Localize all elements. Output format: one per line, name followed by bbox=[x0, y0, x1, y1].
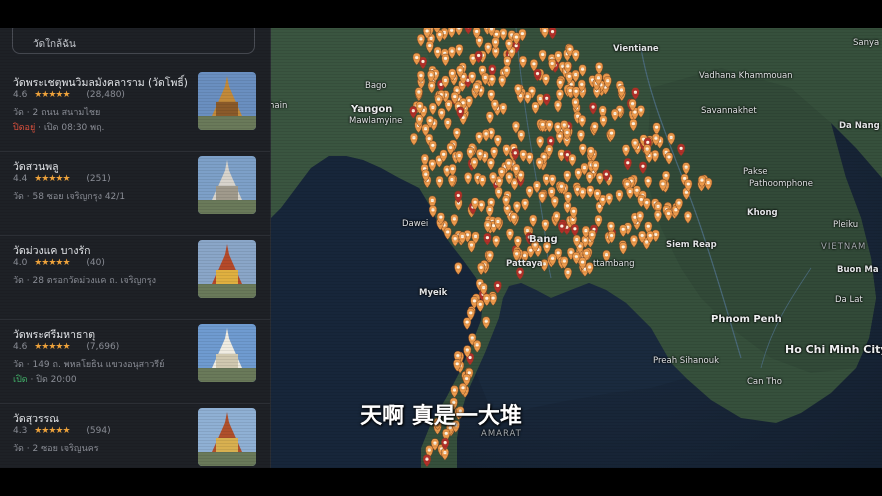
rating-value: 4.4 bbox=[13, 174, 28, 184]
place-buon-ma[interactable]: Buon Ma bbox=[837, 265, 879, 275]
place-danang[interactable]: Da Nang bbox=[839, 121, 880, 131]
place-dawei[interactable]: Dawei bbox=[402, 219, 428, 229]
listing-address: วัด · 28 ตรอกวัดม่วงแค ถ. เจริญกรุง bbox=[13, 276, 156, 286]
listing-hours: ปิดอยู่ · เปิด 08:30 พฤ. bbox=[13, 120, 104, 134]
list-item[interactable]: วัดพระศรีมหาธาตุ 4.6 ★★★★★ (7,696) วัด ·… bbox=[0, 320, 270, 404]
listing-address: วัด · 2 ซอย เจริญนคร bbox=[13, 444, 99, 454]
list-item[interactable]: วัดสวนพลู 4.4 ★★★★★ (251) วัด · 58 ซอย เ… bbox=[0, 152, 270, 236]
place-savannakhet[interactable]: Savannakhet bbox=[701, 106, 757, 116]
rating-value: 4.6 bbox=[13, 90, 28, 100]
place-pleiku[interactable]: Pleiku bbox=[833, 220, 858, 230]
star-rating-icon: ★★★★★ bbox=[34, 90, 70, 100]
place-phnom-penh[interactable]: Phnom Penh bbox=[711, 314, 782, 325]
review-count: (40) bbox=[86, 258, 105, 268]
place-can-tho[interactable]: Can Tho bbox=[747, 377, 782, 387]
place-pakse[interactable]: Pakse bbox=[743, 167, 768, 177]
search-text: วัดใกล้ฉัน bbox=[33, 39, 76, 50]
listing-name[interactable]: วัดม่วงแค บางรัก bbox=[13, 242, 90, 259]
listing-address: วัด · 2 ถนน สนามไชย bbox=[13, 108, 101, 118]
place-mawlamyine[interactable]: Mawlamyine bbox=[349, 116, 402, 126]
country-vietnam[interactable]: VIETNAM bbox=[821, 242, 866, 252]
place-khong[interactable]: Khong bbox=[747, 208, 778, 218]
search-input[interactable]: วัดใกล้ฉัน bbox=[12, 28, 255, 54]
place-pattaya[interactable]: Pattaya bbox=[506, 259, 543, 269]
rating-value: 4.6 bbox=[13, 342, 28, 352]
listing-name[interactable]: วัดพระเชตุพนวิมลมังคลาราม (วัดโพธิ์) bbox=[13, 74, 188, 91]
letterbox-top bbox=[0, 0, 882, 28]
temple-photo-image bbox=[198, 240, 256, 298]
hours-text: · ปิด 20:00 bbox=[30, 375, 77, 385]
listing-photo[interactable] bbox=[198, 156, 256, 214]
place-da-lat[interactable]: Da Lat bbox=[835, 295, 863, 305]
listing-name[interactable]: วัดสวนพลู bbox=[13, 158, 59, 175]
place-siem-reap[interactable]: Siem Reap bbox=[666, 240, 717, 250]
place-ho-chi-minh[interactable]: Ho Chi Minh City bbox=[785, 343, 882, 356]
star-rating-icon: ★★★★★ bbox=[34, 174, 70, 184]
temple-photo-image bbox=[198, 324, 256, 382]
place-myeik[interactable]: Myeik bbox=[419, 288, 447, 298]
letterbox-bottom bbox=[0, 468, 882, 496]
star-rating-icon: ★★★★★ bbox=[34, 258, 70, 268]
listing-photo[interactable] bbox=[198, 72, 256, 130]
rating-value: 4.0 bbox=[13, 258, 28, 268]
place-battambang[interactable]: ttambang bbox=[593, 259, 635, 269]
place-bago[interactable]: Bago bbox=[365, 81, 387, 91]
hours-text: · เปิด 08:30 พฤ. bbox=[38, 123, 105, 133]
review-count: (7,696) bbox=[86, 342, 120, 352]
place-samarat[interactable]: AMARAT bbox=[481, 429, 522, 439]
place-bangkok[interactable]: Bang bbox=[529, 234, 558, 245]
listing-photo[interactable] bbox=[198, 324, 256, 382]
listing-rating: 4.6 ★★★★★ (28,480) bbox=[13, 90, 125, 100]
star-rating-icon: ★★★★★ bbox=[34, 342, 70, 352]
video-subtitle: 天啊 真是一大堆 bbox=[360, 404, 522, 429]
listing-address: วัด · 149 ถ. พหลโยธิน แขวงอนุสาวรีย์ bbox=[13, 360, 165, 370]
place-sanya[interactable]: Sanya bbox=[853, 38, 879, 48]
listing-photo[interactable] bbox=[198, 240, 256, 298]
list-item[interactable]: วัดม่วงแค บางรัก 4.0 ★★★★★ (40) วัด · 28… bbox=[0, 236, 270, 320]
review-count: (28,480) bbox=[86, 90, 125, 100]
temple-photo-image bbox=[198, 72, 256, 130]
place-pathoomphone[interactable]: Pathoomphone bbox=[749, 179, 813, 189]
listing-name[interactable]: วัดพระศรีมหาธาตุ bbox=[13, 326, 95, 343]
place-vientiane[interactable]: Vientiane bbox=[613, 44, 659, 54]
place-preah-sihanouk[interactable]: Preah Sihanouk bbox=[653, 356, 719, 366]
place-khammouan[interactable]: Vadhana Khammouan bbox=[699, 71, 793, 81]
review-count: (251) bbox=[86, 174, 111, 184]
place-yangon[interactable]: Yangon bbox=[351, 104, 392, 115]
temple-photo-image bbox=[198, 156, 256, 214]
list-item[interactable]: วัดพระเชตุพนวิมลมังคลาราม (วัดโพธิ์) 4.6… bbox=[0, 68, 270, 152]
listing-address: วัด · 58 ซอย เจริญกรุง 42/1 bbox=[13, 192, 126, 202]
listing-rating: 4.6 ★★★★★ (7,696) bbox=[13, 342, 119, 352]
place-hain[interactable]: hain bbox=[271, 101, 287, 111]
open-status: ปิดอยู่ bbox=[13, 123, 36, 133]
open-status: เปิด bbox=[13, 375, 28, 385]
listing-rating: 4.0 ★★★★★ (40) bbox=[13, 258, 105, 268]
listing-rating: 4.4 ★★★★★ (251) bbox=[13, 174, 111, 184]
listing-hours: เปิด · ปิด 20:00 bbox=[13, 372, 77, 386]
